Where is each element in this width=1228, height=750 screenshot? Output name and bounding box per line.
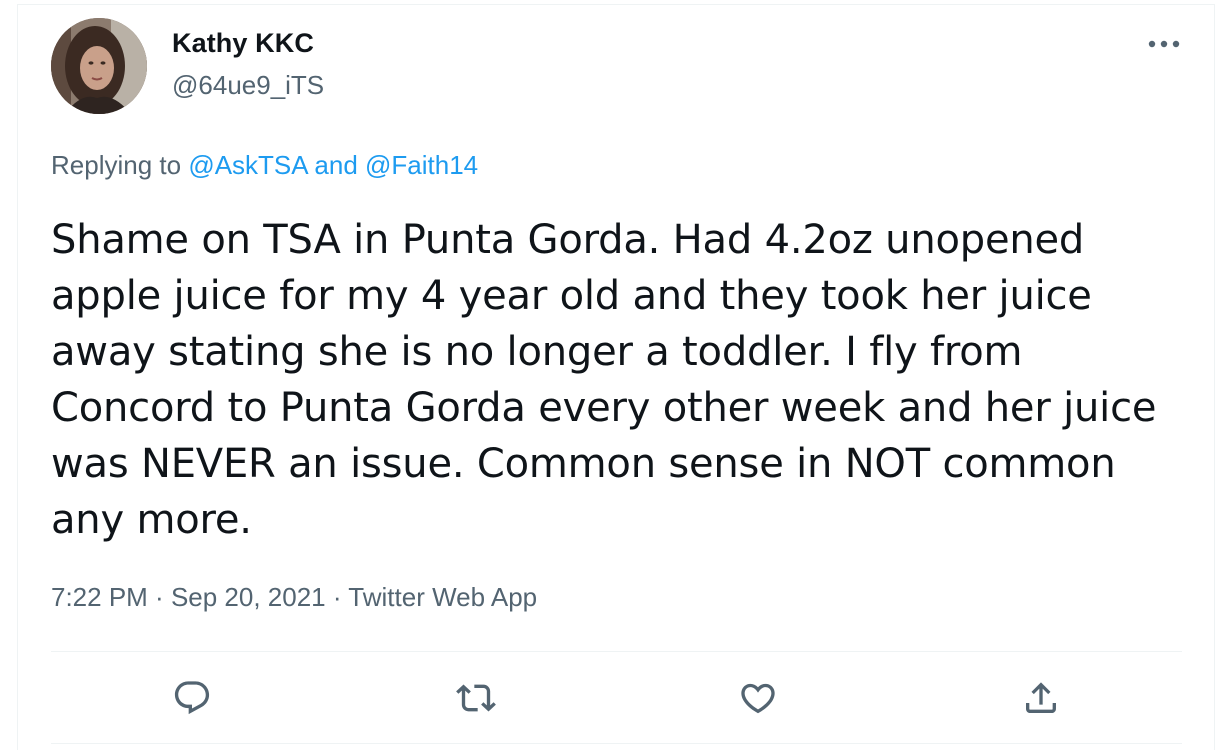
share-button[interactable] [1019, 676, 1063, 720]
retweet-icon [456, 684, 496, 712]
replying-joiner[interactable]: and [307, 150, 365, 180]
author-display-name[interactable]: Kathy KKC [172, 28, 314, 59]
tweet-source[interactable]: Twitter Web App [348, 582, 537, 612]
mention-faith14[interactable]: @Faith14 [365, 150, 478, 180]
avatar-image [51, 18, 147, 114]
retweet-button[interactable] [454, 676, 498, 720]
more-options-button[interactable] [1146, 30, 1182, 58]
reply-icon [174, 681, 210, 715]
meta-separator: · [325, 582, 349, 612]
author-handle[interactable]: @64ue9_iTS [172, 70, 324, 101]
heart-icon [741, 683, 775, 714]
divider [51, 743, 1182, 744]
more-horizontal-icon [1148, 40, 1180, 48]
replying-to: Replying to @AskTSA and @Faith14 [51, 150, 478, 181]
divider [51, 651, 1182, 652]
tweet-time[interactable]: 7:22 PM [51, 582, 148, 612]
like-button[interactable] [736, 676, 780, 720]
meta-separator: · [147, 582, 171, 612]
tweet-text: Shame on TSA in Punta Gorda. Had 4.2oz u… [51, 217, 1157, 543]
avatar[interactable] [51, 18, 147, 114]
reply-button[interactable] [170, 676, 214, 720]
share-icon [1026, 682, 1056, 713]
tweet-date[interactable]: Sep 20, 2021 [171, 582, 326, 612]
mention-asktsa[interactable]: @AskTSA [188, 150, 307, 180]
replying-prefix: Replying to [51, 150, 189, 180]
tweet-meta: 7:22 PM · Sep 20, 2021 · Twitter Web App [51, 582, 537, 613]
